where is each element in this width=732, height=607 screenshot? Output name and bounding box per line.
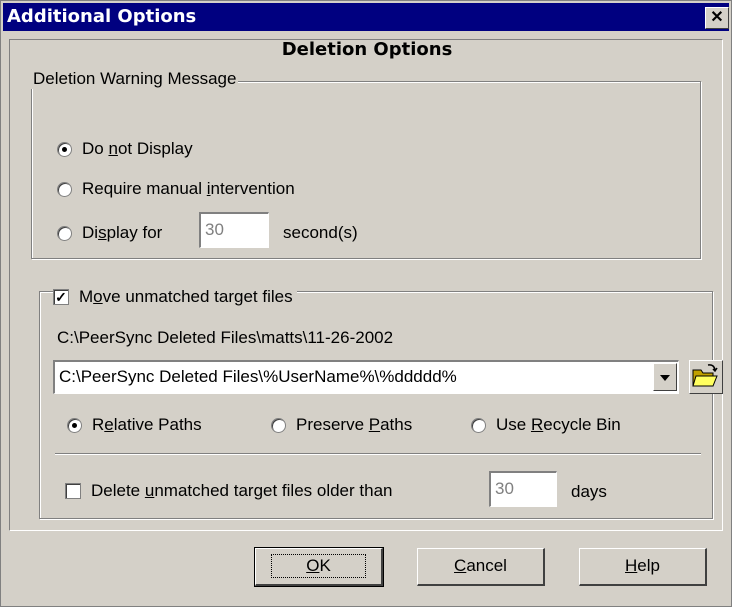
radio-display-for[interactable]: Display for <box>57 223 162 243</box>
radio-indicator[interactable] <box>57 141 72 157</box>
radio-indicator[interactable] <box>471 417 486 433</box>
checkbox-label: Delete unmatched target files older than <box>91 481 393 500</box>
radio-require-manual-intervention[interactable]: Require manual intervention <box>57 179 295 199</box>
browse-folder-button[interactable] <box>689 360 723 394</box>
radio-indicator[interactable] <box>271 417 286 433</box>
move-unmatched-checkbox-row[interactable]: ✓ Move unmatched target files <box>53 287 297 307</box>
window-title: Additional Options <box>7 6 197 27</box>
checkbox-label: Move unmatched target files <box>79 287 293 306</box>
dialog-window: Additional Options ✕ Deletion Options De… <box>0 0 732 607</box>
radio-indicator[interactable] <box>57 181 72 197</box>
radio-label: Do not Display <box>82 139 193 158</box>
radio-do-not-display[interactable]: Do not Display <box>57 139 193 159</box>
close-button[interactable]: ✕ <box>705 7 729 29</box>
group-separator <box>55 453 701 455</box>
open-folder-icon <box>692 364 718 387</box>
path-template-combobox[interactable]: C:\PeerSync Deleted Files\%UserName%\%dd… <box>53 360 679 394</box>
radio-label: Use Recycle Bin <box>496 415 621 434</box>
cancel-button-label: Cancel <box>454 556 507 575</box>
seconds-input[interactable]: 30 <box>199 212 269 248</box>
ok-button[interactable]: OK <box>254 547 384 587</box>
radio-label: Preserve Paths <box>296 415 413 434</box>
help-button[interactable]: Help <box>579 548 707 586</box>
title-bar[interactable]: Additional Options ✕ <box>3 3 729 31</box>
dropdown-arrow-icon[interactable] <box>653 363 677 391</box>
move-unmatched-checkbox[interactable]: ✓ <box>53 289 69 305</box>
days-label: days <box>571 482 607 501</box>
radio-indicator[interactable] <box>67 417 82 433</box>
delete-older-checkbox[interactable] <box>65 483 81 499</box>
combo-value: C:\PeerSync Deleted Files\%UserName%\%dd… <box>59 367 457 386</box>
ok-button-label: OK <box>271 554 366 578</box>
radio-relative-paths[interactable]: Relative Paths <box>67 415 202 435</box>
seconds-label: second(s) <box>283 223 358 242</box>
radio-preserve-paths[interactable]: Preserve Paths <box>271 415 412 435</box>
delete-older-checkbox-row[interactable]: Delete unmatched target files older than <box>65 481 393 501</box>
cancel-button[interactable]: Cancel <box>417 548 545 586</box>
section-heading: Deletion Options <box>281 39 453 60</box>
resolved-path-text: C:\PeerSync Deleted Files\matts\11-26-20… <box>57 328 394 347</box>
days-input[interactable]: 30 <box>489 471 557 507</box>
deletion-warning-legend: Deletion Warning Message <box>31 69 239 89</box>
radio-use-recycle-bin[interactable]: Use Recycle Bin <box>471 415 621 435</box>
radio-label: Require manual intervention <box>82 179 295 198</box>
radio-label: Relative Paths <box>92 415 202 434</box>
radio-indicator[interactable] <box>57 225 72 241</box>
radio-label: Display for <box>82 223 163 242</box>
close-icon: ✕ <box>710 9 724 26</box>
help-button-label: Help <box>625 556 660 575</box>
